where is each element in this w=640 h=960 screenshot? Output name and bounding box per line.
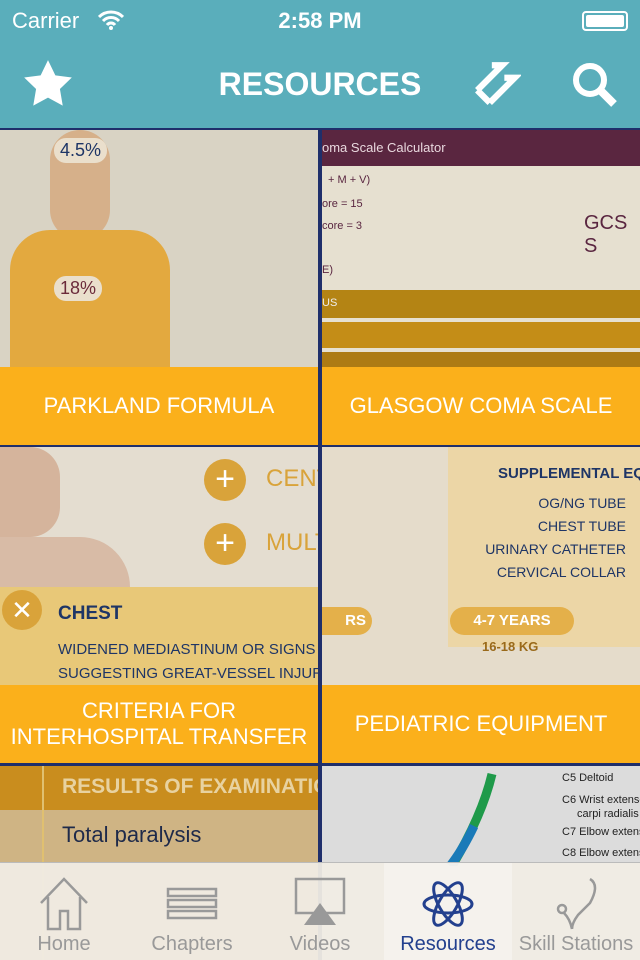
tab-chapters[interactable]: Chapters xyxy=(128,863,256,960)
airplay-icon xyxy=(294,877,346,925)
home-icon xyxy=(40,877,88,931)
tile-label: PARKLAND FORMULA xyxy=(0,367,318,445)
nav-bar: RESOURCES xyxy=(0,40,640,128)
tab-skill-stations[interactable]: Skill Stations xyxy=(512,863,640,960)
chapters-icon xyxy=(166,887,218,920)
battery-icon xyxy=(582,11,628,31)
body-diagram-image: 4.5% 18% xyxy=(0,130,318,367)
tile-interhospital-transfer[interactable]: + CENT + MULT ✕ CHEST WIDENED MEDIASTINU… xyxy=(0,447,318,685)
swap-icon[interactable] xyxy=(466,54,526,114)
tab-home[interactable]: Home xyxy=(0,863,128,960)
page-title: RESOURCES xyxy=(218,66,422,102)
head-percent-label: 4.5% xyxy=(54,138,108,163)
stethoscope-icon xyxy=(556,877,597,930)
clock: 2:58 PM xyxy=(278,8,362,33)
back-percent-label: 18% xyxy=(54,276,103,301)
status-bar: Carrier 2:58 PM xyxy=(0,0,640,40)
tile-pediatric-equipment[interactable]: SUPPLEMENTAL EQ OG/NG TUBE CHEST TUBE UR… xyxy=(322,447,640,685)
atom-icon xyxy=(422,881,474,927)
search-icon[interactable] xyxy=(564,54,624,114)
tile-label: GLASGOW COMA SCALE xyxy=(322,367,640,445)
tab-videos[interactable]: Videos xyxy=(256,863,384,960)
tab-resources[interactable]: Resources xyxy=(384,863,512,960)
tile-label: PEDIATRIC EQUIPMENT xyxy=(322,685,640,763)
tile-label: CRITERIA FOR INTERHOSPITAL TRANSFER xyxy=(0,685,318,763)
tile-glasgow-coma-scale[interactable]: oma Scale Calculator + M + V) ore = 15 c… xyxy=(322,130,640,367)
tile-parkland-formula[interactable]: 4.5% 18% xyxy=(0,130,318,367)
tab-bar: Home Chapters Videos Resources Skill Sta… xyxy=(0,862,640,960)
